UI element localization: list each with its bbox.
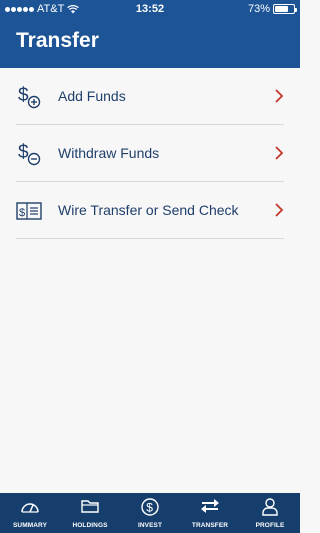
- menu-item-label: Withdraw Funds: [58, 145, 160, 161]
- dollar-circle-icon: $: [141, 498, 159, 516]
- transfer-arrows-icon: [201, 499, 219, 513]
- page-title: Transfer: [16, 29, 99, 52]
- tab-label: INVEST: [137, 522, 163, 529]
- check-icon: $: [16, 202, 42, 220]
- transfer-menu: $ Add Funds $ Withdraw Funds $ Wire Tran…: [0, 68, 300, 239]
- gauge-icon: [21, 503, 39, 513]
- svg-text:$: $: [18, 142, 29, 163]
- tab-label: HOLDINGS: [72, 522, 108, 529]
- menu-item-label: Add Funds: [58, 88, 126, 104]
- battery-percent: 73%: [247, 3, 270, 15]
- battery-fill: [275, 6, 289, 12]
- menu-item-withdraw-funds[interactable]: $ Withdraw Funds: [16, 125, 284, 182]
- folder-icon: [81, 500, 99, 513]
- svg-text:$: $: [18, 85, 29, 106]
- tab-bar: SUMMARY HOLDINGS $ INVEST TRANSFER PROFI…: [0, 493, 300, 533]
- svg-text:$: $: [19, 207, 25, 219]
- chevron-right-icon: [275, 203, 284, 217]
- menu-item-add-funds[interactable]: $ Add Funds: [16, 68, 284, 125]
- svg-text:$: $: [146, 501, 153, 515]
- chevron-right-icon: [275, 146, 284, 160]
- menu-item-label: Wire Transfer or Send Check: [58, 202, 239, 218]
- battery-icon: [273, 4, 297, 14]
- chevron-right-icon: [275, 89, 284, 103]
- dollar-plus-icon: $: [18, 85, 41, 109]
- tab-profile[interactable]: PROFILE: [240, 493, 300, 533]
- tab-holdings[interactable]: HOLDINGS: [60, 493, 120, 533]
- tab-label: SUMMARY: [12, 522, 48, 529]
- status-right: 73%: [247, 3, 297, 15]
- header: Transfer: [0, 20, 300, 68]
- tab-label: PROFILE: [255, 522, 285, 529]
- tab-label: TRANSFER: [191, 522, 229, 529]
- dollar-minus-icon: $: [18, 142, 41, 166]
- tab-invest[interactable]: $ INVEST: [120, 493, 180, 533]
- status-bar: AT&T 13:52 73%: [0, 0, 300, 20]
- menu-item-wire-transfer[interactable]: $ Wire Transfer or Send Check: [16, 182, 284, 239]
- person-icon: [262, 498, 278, 516]
- tab-summary[interactable]: SUMMARY: [0, 493, 60, 533]
- tab-transfer[interactable]: TRANSFER: [180, 493, 240, 533]
